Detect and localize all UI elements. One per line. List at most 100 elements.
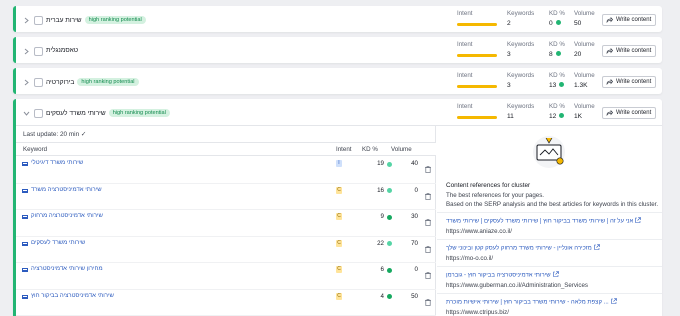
kd-value: 19	[377, 160, 384, 167]
israel-flag-icon	[22, 241, 28, 246]
reference-item: שירותי אדמיניסטרציה בביקור חוץ - גוברמן h…	[437, 266, 662, 293]
volume-value: 50	[411, 292, 418, 300]
header-kd[interactable]: KD %	[362, 146, 378, 153]
reference-title-link[interactable]: קצפת מלאה - שירותי משרד בביקור חוץ | שיר…	[446, 298, 617, 306]
column-label-keywords: Keywords	[507, 10, 535, 17]
kd-text: 0	[549, 20, 553, 27]
ranking-badge: high ranking potential	[108, 109, 170, 117]
kd-dot	[387, 214, 392, 220]
cluster-card: בירוקרטיה high ranking potential Intent Key…	[13, 68, 662, 94]
keywords-count: 3	[507, 51, 511, 58]
write-content-button[interactable]: Write content	[602, 107, 656, 119]
reference-title-text: מזכירה אונליין - שירותי משרד מרחוק לעסק …	[446, 245, 592, 252]
table-row: שירותי אדמיניסטרציה מרחוק C 9 30	[16, 210, 436, 237]
cluster-header[interactable]: טאסמנגלית Intent Keywords KD % Volume 3 8 20 Wri…	[16, 37, 662, 67]
volume-value: 40	[411, 160, 418, 167]
external-link-icon	[551, 271, 559, 279]
header-keyword: Keyword	[23, 146, 48, 153]
kd-dot	[387, 241, 392, 246]
table-row: מחירון שירותי אדמיניסטרציה C 6 0	[16, 263, 436, 290]
references-line2: Based on the SERP analysis and the best …	[446, 201, 659, 208]
volume-value: 1.3K	[574, 82, 588, 89]
chevron-right-icon[interactable]	[23, 79, 30, 86]
references-line1: The best references for your pages.	[446, 192, 545, 199]
trash-icon[interactable]	[425, 187, 431, 205]
chevron-right-icon[interactable]	[23, 17, 30, 24]
intent-badge: C	[336, 239, 342, 247]
volume-value: 50	[574, 20, 582, 27]
write-content-label: Write content	[616, 79, 652, 85]
column-label-volume: Volume	[574, 41, 595, 48]
intent-bar	[457, 23, 497, 26]
keywords-count: 11	[507, 113, 514, 120]
keyword-link[interactable]: שירותי משרד לעסקים	[31, 240, 85, 246]
kd-dot	[555, 51, 561, 56]
cluster-name-text: טאסמנגלית	[46, 47, 79, 54]
cluster-header[interactable]: שירות עברית high ranking potential Intent K…	[16, 6, 662, 36]
keyword-link[interactable]: מחירון שירותי אדמיניסטרציה	[31, 266, 103, 272]
column-label-volume: Volume	[574, 103, 595, 110]
reference-title-link[interactable]: אני על זה | שירותי משרד בביקור חוץ | שיר…	[446, 217, 642, 225]
volume-value: 30	[411, 213, 418, 220]
trash-icon[interactable]	[425, 266, 431, 284]
keywords-count: 2	[507, 20, 511, 27]
kd-value: 13	[549, 82, 565, 89]
kd-value: 16	[377, 186, 384, 194]
cluster-name-text: בירוקרטיה	[46, 79, 75, 86]
reference-url[interactable]: https://www.guberman.co.il/Administratio…	[446, 282, 588, 289]
chevron-down-icon[interactable]	[23, 110, 30, 117]
kd-value: 8	[549, 51, 561, 58]
table-row: שירותי אדמיניסטרציה משרד C 16 0	[16, 184, 436, 210]
chevron-right-icon[interactable]	[23, 48, 30, 55]
cluster-checkbox[interactable]	[34, 47, 43, 56]
israel-flag-icon	[22, 188, 28, 193]
israel-flag-icon	[22, 162, 28, 166]
write-content-button[interactable]: Write content	[602, 76, 656, 88]
cluster-header[interactable]: בירוקרטיה high ranking potential Intent Key…	[16, 68, 662, 98]
keyword-link[interactable]: שירותי משרד דיגיטלי	[31, 160, 83, 166]
reference-url[interactable]: https://mo-o.co.il/	[446, 255, 493, 262]
trash-icon[interactable]	[425, 160, 431, 178]
content-references: Content references for cluster The best r…	[437, 126, 662, 316]
cluster-name: שירות עברית high ranking potential	[46, 16, 146, 24]
cluster-card: שירות עברית high ranking potential Intent K…	[13, 6, 662, 32]
ranking-badge: high ranking potential	[84, 16, 146, 24]
kd-dot	[387, 294, 392, 299]
cluster-checkbox[interactable]	[34, 109, 43, 118]
trash-icon[interactable]	[425, 213, 431, 231]
column-label-intent: Intent	[457, 41, 473, 48]
kd-dot	[387, 188, 392, 193]
kd-dot	[387, 161, 392, 167]
cluster-checkbox[interactable]	[34, 16, 43, 25]
cluster-name: בירוקרטיה high ranking potential	[46, 78, 139, 86]
reference-title-link[interactable]: שירותי אדמיניסטרציה בביקור חוץ - גוברמן	[446, 271, 559, 279]
reference-url[interactable]: https://www.ctripus.biz/	[446, 309, 509, 316]
cluster-card: שירותי משרד לעסקים high ranking potential…	[13, 99, 662, 316]
table-row: שירותי אדמיניסטרציה בביקור חוץ C 4 50	[16, 290, 436, 316]
kd-text: 8	[549, 51, 553, 58]
keyword-link[interactable]: שירותי אדמיניסטרציה בביקור חוץ	[31, 293, 114, 299]
column-label-volume: Volume	[574, 72, 595, 79]
column-label-intent: Intent	[457, 10, 473, 17]
table-row: שירותי משרד דיגיטלי I 19 40	[16, 157, 436, 184]
header-volume[interactable]: Volume	[391, 146, 412, 153]
keyword-link[interactable]: שירותי אדמיניסטרציה משרד	[31, 187, 102, 193]
reference-title-link[interactable]: מזכירה אונליין - שירותי משרד מרחוק לעסק …	[446, 244, 600, 252]
trash-icon[interactable]	[425, 240, 431, 258]
volume-value: 1K	[574, 113, 583, 120]
write-content-button[interactable]: Write content	[602, 14, 656, 26]
israel-flag-icon	[22, 268, 28, 272]
table-header: Keyword Intent KD % Volume	[16, 142, 436, 156]
keyword-link[interactable]: שירותי אדמיניסטרציה מרחוק	[31, 213, 103, 219]
reference-url[interactable]: https://www.aniaze.co.il/	[446, 228, 512, 235]
cluster-name: שירותי משרד לעסקים high ranking potential	[46, 109, 170, 117]
write-content-button[interactable]: Write content	[602, 45, 656, 57]
israel-flag-icon	[22, 215, 28, 219]
kd-dot	[559, 82, 565, 87]
trash-icon[interactable]	[425, 293, 431, 311]
cluster-checkbox[interactable]	[34, 78, 43, 87]
kd-value: 4	[380, 292, 384, 300]
kd-value: 9	[380, 213, 384, 220]
keyword-table: Last update: 20 min ✓ Keyword Intent KD % Vo…	[16, 126, 436, 316]
cluster-name: טאסמנגלית	[46, 47, 78, 54]
